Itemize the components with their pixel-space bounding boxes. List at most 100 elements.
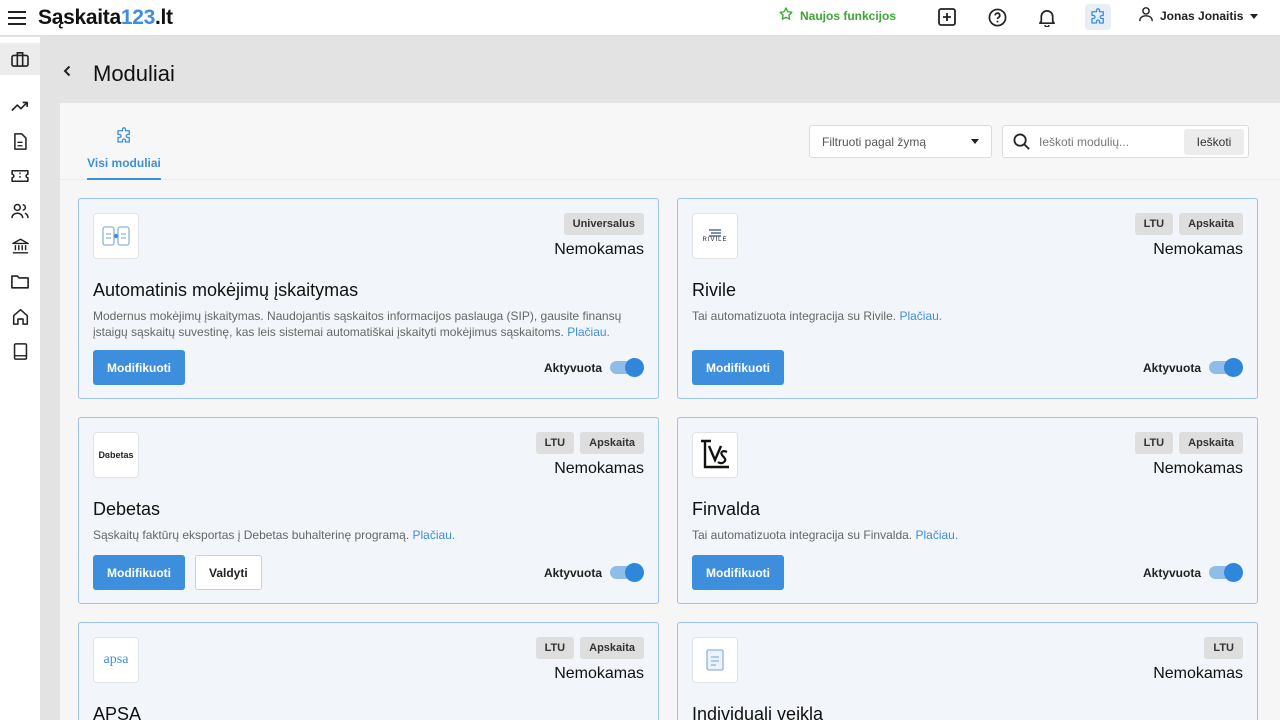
user-name: Jonas Jonaitis [1160,8,1244,23]
page-header: Moduliai [41,37,1280,103]
debetas-logo-text: Dɞbetas [98,450,134,460]
active-label: Aktyvuota [1142,361,1201,375]
tag-list: LTU Apskaita [1134,432,1243,454]
more-link[interactable]: Plačiau. [915,528,958,542]
top-bar: Sąskaita123.lt Naujos funkcijos Jonas Jo… [0,0,1280,36]
description-text: Sąskaitų faktūrų eksportas į Debetas buh… [93,528,410,542]
more-link[interactable]: Plačiau. [899,309,942,323]
more-link[interactable]: Plačiau. [567,325,610,339]
more-link[interactable]: Plačiau. [413,528,456,542]
module-search: Ieškoti [1002,125,1249,158]
module-card-apsa: apsa LTU Apskaita Nemokamas APSA [78,622,659,720]
bank-icon[interactable] [0,230,40,262]
active-label: Aktyvuota [543,566,602,580]
page-title: Moduliai [93,61,175,86]
modify-button[interactable]: Modifikuoti [692,350,784,385]
module-title: Finvalda [692,499,761,519]
tag-list: LTU Apskaita [535,432,644,454]
tag: LTU [535,637,575,659]
active-toggle[interactable] [1209,563,1243,582]
brand-logo[interactable]: Sąskaita123.lt [38,6,173,30]
bell-icon[interactable] [1034,4,1060,30]
modify-button[interactable]: Modifikuoti [93,555,185,590]
price-label: Nemokamas [554,241,644,258]
tag-list: LTU Apskaita [535,637,644,659]
price-label: Nemokamas [1153,460,1243,477]
caret-down-icon [1249,9,1259,23]
filter-placeholder: Filtruoti pagal žymą [822,134,927,149]
new-features-link[interactable]: Naujos funkcijos [778,6,896,25]
tag-list: Universalus [563,213,644,235]
tag: Apskaita [580,637,644,659]
module-title: Debetas [93,499,161,519]
apsa-logo: apsa [93,637,139,683]
tag-filter-select[interactable]: Filtruoti pagal žymą [809,125,992,158]
active-label: Aktyvuota [1142,566,1201,580]
module-card-payment-matching: Universalus Nemokamas Automatinis mokėji… [78,198,659,399]
modify-button[interactable]: Modifikuoti [692,555,784,590]
module-title: Automatinis mokėjimų įskaitymas [93,280,359,300]
search-icon [1003,126,1039,157]
ticket-icon[interactable] [0,160,40,192]
tag: LTU [1204,637,1243,659]
search-button[interactable]: Ieškoti [1184,129,1244,155]
tab-all-modules[interactable]: Visi moduliai [87,127,161,180]
tag-list: LTU [1204,637,1243,659]
tag: Apskaita [1179,432,1243,454]
tag: Apskaita [580,432,644,454]
brand-domain: .lt [154,5,173,29]
module-title: Individuali veikla [692,704,824,720]
manage-button[interactable]: Valdyti [195,555,262,590]
tag: LTU [1134,432,1174,454]
puzzle-icon[interactable] [1085,4,1111,30]
book-icon[interactable] [0,335,40,367]
briefcase-icon[interactable] [0,43,40,75]
new-features-label: Naujos funkcijos [800,8,897,23]
module-description: Tai automatizuota integracija su Rivile.… [692,308,1247,324]
back-chevron-icon[interactable] [59,63,75,79]
tag: Universalus [563,213,644,235]
modify-button[interactable]: Modifikuoti [93,350,185,385]
price-label: Nemokamas [554,460,644,477]
caret-down-icon [971,139,979,144]
tag: LTU [535,432,575,454]
debetas-logo: Dɞbetas [93,432,139,478]
trending-up-icon[interactable] [0,90,40,122]
active-toggle[interactable] [1209,358,1243,377]
search-input[interactable] [1039,127,1179,156]
active-label: Aktyvuota [543,361,602,375]
tag: Apskaita [1179,213,1243,235]
home-icon[interactable] [0,300,40,332]
rivile-logo-text: RIVILE [702,237,728,243]
rivile-logo: RIVILE [692,213,738,259]
menu-icon[interactable] [3,4,31,32]
document-logo [692,637,738,683]
module-description: Modernus mokėjimų įskaitymas. Naudojanti… [93,308,648,340]
active-toggle[interactable] [610,563,644,582]
user-menu[interactable]: Jonas Jonaitis [1138,6,1259,25]
help-icon[interactable] [984,4,1010,30]
puzzle-icon [115,127,133,150]
price-label: Nemokamas [1153,241,1243,258]
add-box-icon[interactable] [934,4,960,30]
module-title: APSA [93,704,142,720]
document-icon[interactable] [0,125,40,157]
tab-bar: Visi moduliai Filtruoti pagal žymą Ieško… [60,103,1280,180]
tab-label: Visi moduliai [87,156,161,170]
user-icon [1138,6,1154,25]
description-text: Modernus mokėjimų įskaitymas. Naudojanti… [93,309,622,339]
price-label: Nemokamas [554,665,644,682]
users-icon[interactable] [0,195,40,227]
description-text: Tai automatizuota integracija su Finvald… [692,528,913,542]
tag-list: LTU Apskaita [1134,213,1243,235]
bank-transfer-logo [93,213,139,259]
description-text: Tai automatizuota integracija su Rivile. [692,309,897,323]
active-toggle[interactable] [610,358,644,377]
star-icon [778,6,794,25]
price-label: Nemokamas [1153,665,1243,682]
sidebar [0,37,41,720]
module-card-rivile: RIVILE LTU Apskaita Nemokamas Rivile Tai… [677,198,1258,399]
folder-icon[interactable] [0,265,40,297]
module-description: Tai automatizuota integracija su Finvald… [692,527,1247,543]
brand-text: Sąskaita [38,5,121,29]
